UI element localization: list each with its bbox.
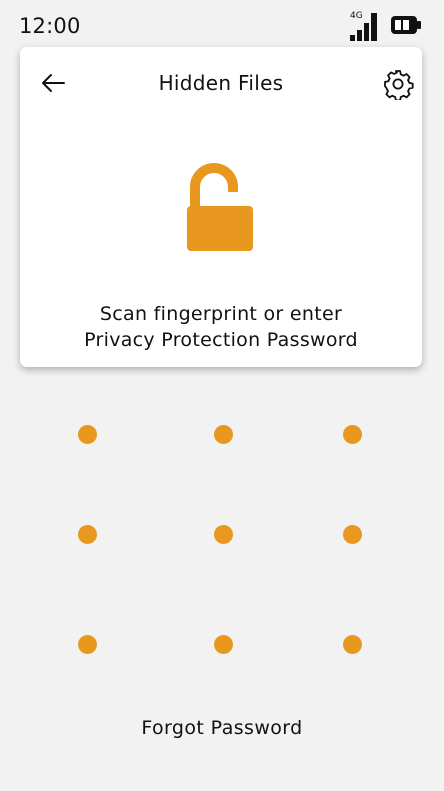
pattern-dot-3[interactable] (342, 424, 362, 444)
hidden-files-card: Hidden Files Scan fingerprint or enter P… (20, 47, 422, 367)
unlock-prompt: Scan fingerprint or enter Privacy Protec… (20, 301, 422, 353)
settings-button[interactable] (380, 66, 416, 102)
pattern-dot-9[interactable] (342, 634, 362, 654)
status-bar: 12:00 4G (0, 0, 444, 48)
forgot-password-link[interactable]: Forgot Password (0, 714, 444, 742)
pattern-dot-2[interactable] (213, 424, 233, 444)
signal-icon: 4G (350, 11, 377, 41)
prompt-line-1: Scan fingerprint or enter (99, 303, 343, 325)
pattern-dot-6[interactable] (342, 524, 362, 544)
pattern-dot-4[interactable] (77, 524, 97, 544)
network-type-label: 4G (350, 11, 363, 21)
pattern-dot-8[interactable] (213, 634, 233, 654)
pattern-dot-5[interactable] (213, 524, 233, 544)
status-time: 12:00 (19, 14, 81, 38)
pattern-dot-7[interactable] (77, 634, 97, 654)
pattern-dot-1[interactable] (77, 424, 97, 444)
battery-icon (391, 16, 421, 34)
unlocked-padlock-icon (187, 163, 253, 251)
gear-icon (384, 70, 414, 100)
prompt-line-2: Privacy Protection Password (84, 329, 358, 351)
page-title: Hidden Files (158, 71, 284, 95)
